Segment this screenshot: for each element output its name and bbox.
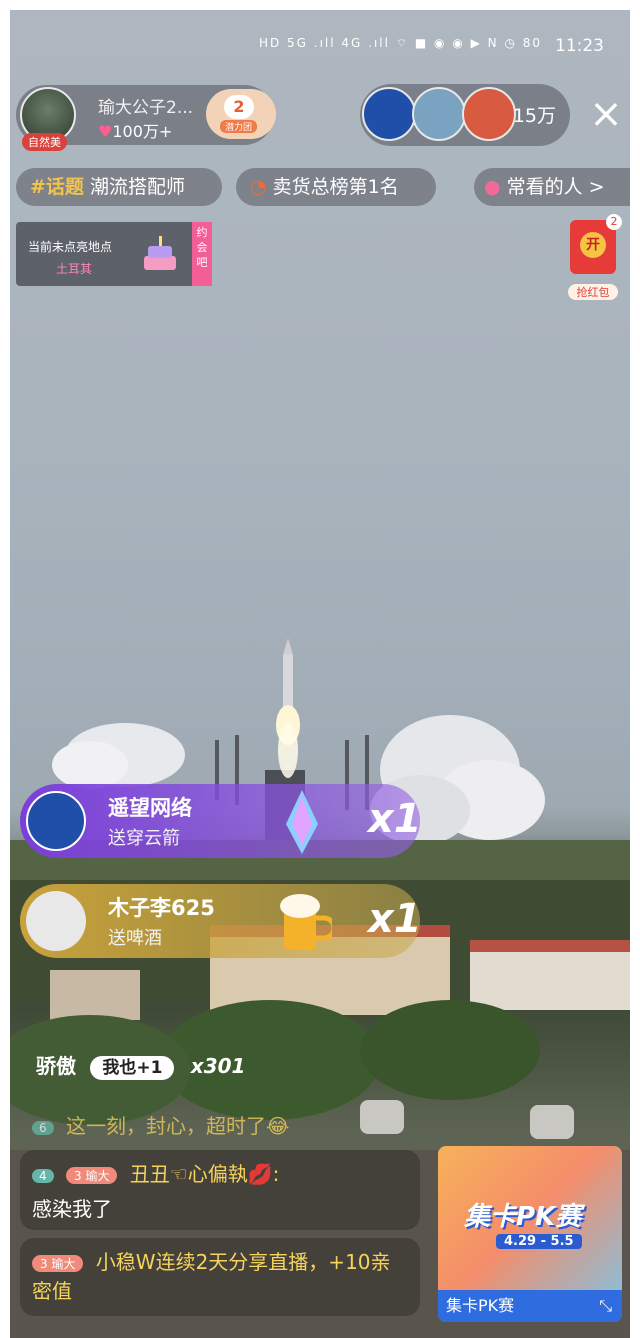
topic-label: 潮流搭配师 — [89, 176, 185, 198]
arrow-gift-icon — [286, 790, 318, 854]
viewer-avatar[interactable] — [462, 87, 516, 141]
chat-message: 3 瑜大 小稳W连续2天分享直播，+10亲密值 — [20, 1238, 420, 1316]
combo-count: x301 — [190, 1054, 246, 1078]
gift-sender-avatar[interactable] — [26, 891, 86, 951]
topic-hash: #话题 — [30, 176, 84, 198]
pk-event-card[interactable]: 集卡PK赛 4.29 - 5.5 集卡PK赛 ⤡ — [438, 1146, 622, 1322]
chat-text: 感染我了 — [32, 1197, 112, 1221]
fan-badge: 3 瑜大 — [66, 1167, 118, 1184]
chat-user[interactable]: 丑丑☜心偏執💋 — [130, 1162, 273, 1186]
combo-row: 骄傲 我也+1 x301 — [36, 1050, 246, 1080]
heart-icon: ♥ — [98, 122, 113, 141]
gift-sender-name: 木子李625 — [108, 896, 215, 920]
viewer-list[interactable]: 15万 — [360, 84, 570, 146]
gift-description: 送穿云箭 — [108, 828, 180, 849]
frequent-chip[interactable]: ● 常看的人 > — [474, 168, 630, 206]
live-stream-frame: HD 5G .ıll 4G .ıll ⌔ ■ ◉ ◉ ▶ N ◷ 80 11:2… — [10, 10, 630, 1338]
pk-bar[interactable]: 集卡PK赛 ⤡ — [438, 1290, 622, 1322]
date-card-location: 土耳其 — [56, 262, 93, 276]
host-likes-count: 100万+ — [112, 122, 173, 141]
host-tag: 自然美 — [22, 133, 67, 151]
fan-club-badge[interactable]: 2 潜力团 — [206, 89, 276, 139]
pk-bar-label: 集卡PK赛 — [446, 1296, 515, 1315]
combo-user: 骄傲 — [36, 1054, 76, 1078]
gift-banner: 木子李625 送啤酒 x1 — [20, 884, 422, 958]
chat-text: 这一刻，封心，超时了😂 — [66, 1114, 290, 1138]
collapse-icon[interactable]: ⤡ — [599, 1290, 612, 1322]
status-bar: HD 5G .ıll 4G .ıll ⌔ ■ ◉ ◉ ▶ N ◷ 80 11:2… — [10, 10, 630, 70]
close-icon[interactable]: × — [584, 94, 628, 138]
fan-club-label: 潜力团 — [220, 120, 258, 133]
viewer-avatar[interactable] — [412, 87, 466, 141]
user-level-badge: 6 — [32, 1120, 54, 1135]
face-icon: ● — [484, 176, 501, 198]
gift-multiplier: x1 — [368, 796, 422, 842]
host-name: 瑜大公子2... — [98, 98, 194, 118]
chat-message: 4 3 瑜大 丑丑☜心偏執💋: 感染我了 — [20, 1150, 420, 1230]
frequent-label: 常看的人 > — [506, 176, 605, 198]
chat-text: 小稳W连续2天分享直播，+10亲密值 — [32, 1250, 391, 1303]
gift-multiplier: x1 — [368, 896, 422, 942]
ranking-label: 卖货总榜第1名 — [272, 176, 399, 198]
topic-chip[interactable]: #话题 潮流搭配师 — [16, 168, 222, 206]
beer-icon — [280, 894, 332, 950]
red-packet-label: 抢红包 — [568, 284, 618, 300]
gift-description: 送啤酒 — [108, 928, 162, 949]
clock-icon: ◔ — [250, 176, 267, 198]
date-card-text: 当前未点亮地点 — [28, 240, 113, 254]
chat-message: 6 这一刻，封心，超时了😂 — [32, 1110, 289, 1139]
clock: 11:23 — [555, 36, 604, 56]
gift-sender-name: 遥望网络 — [108, 796, 192, 820]
viewer-count: 15万 — [512, 105, 556, 127]
status-icons: HD 5G .ıll 4G .ıll ⌔ ■ ◉ ◉ ▶ N ◷ 80 — [258, 36, 542, 50]
red-packet-count: 2 — [606, 214, 622, 230]
gift-sender-avatar[interactable] — [26, 791, 86, 851]
plus-one-button[interactable]: 我也+1 — [90, 1056, 175, 1080]
red-packet-open: 开 — [580, 232, 606, 258]
user-level-badge: 4 — [32, 1168, 54, 1183]
ranking-chip[interactable]: ◔ 卖货总榜第1名 — [236, 168, 436, 206]
host-likes: ♥100万+ — [98, 118, 172, 142]
red-packet[interactable]: 开 2 抢红包 — [568, 214, 622, 300]
fan-club-level: 2 — [224, 95, 254, 119]
pk-dates: 4.29 - 5.5 — [496, 1234, 582, 1249]
gift-banner: 遥望网络 送穿云箭 x1 — [20, 784, 422, 858]
fan-badge: 3 瑜大 — [32, 1255, 84, 1272]
date-card-side-label: 约会吧 — [192, 222, 212, 286]
date-card[interactable]: 当前未点亮地点 土耳其 约会吧 — [16, 222, 212, 286]
viewer-avatar[interactable] — [362, 87, 416, 141]
pk-title: 集卡PK赛 — [464, 1202, 582, 1232]
host-info[interactable]: 自然美 瑜大公子2... ♥100万+ 2 潜力团 — [16, 85, 276, 151]
cake-icon — [144, 236, 176, 270]
